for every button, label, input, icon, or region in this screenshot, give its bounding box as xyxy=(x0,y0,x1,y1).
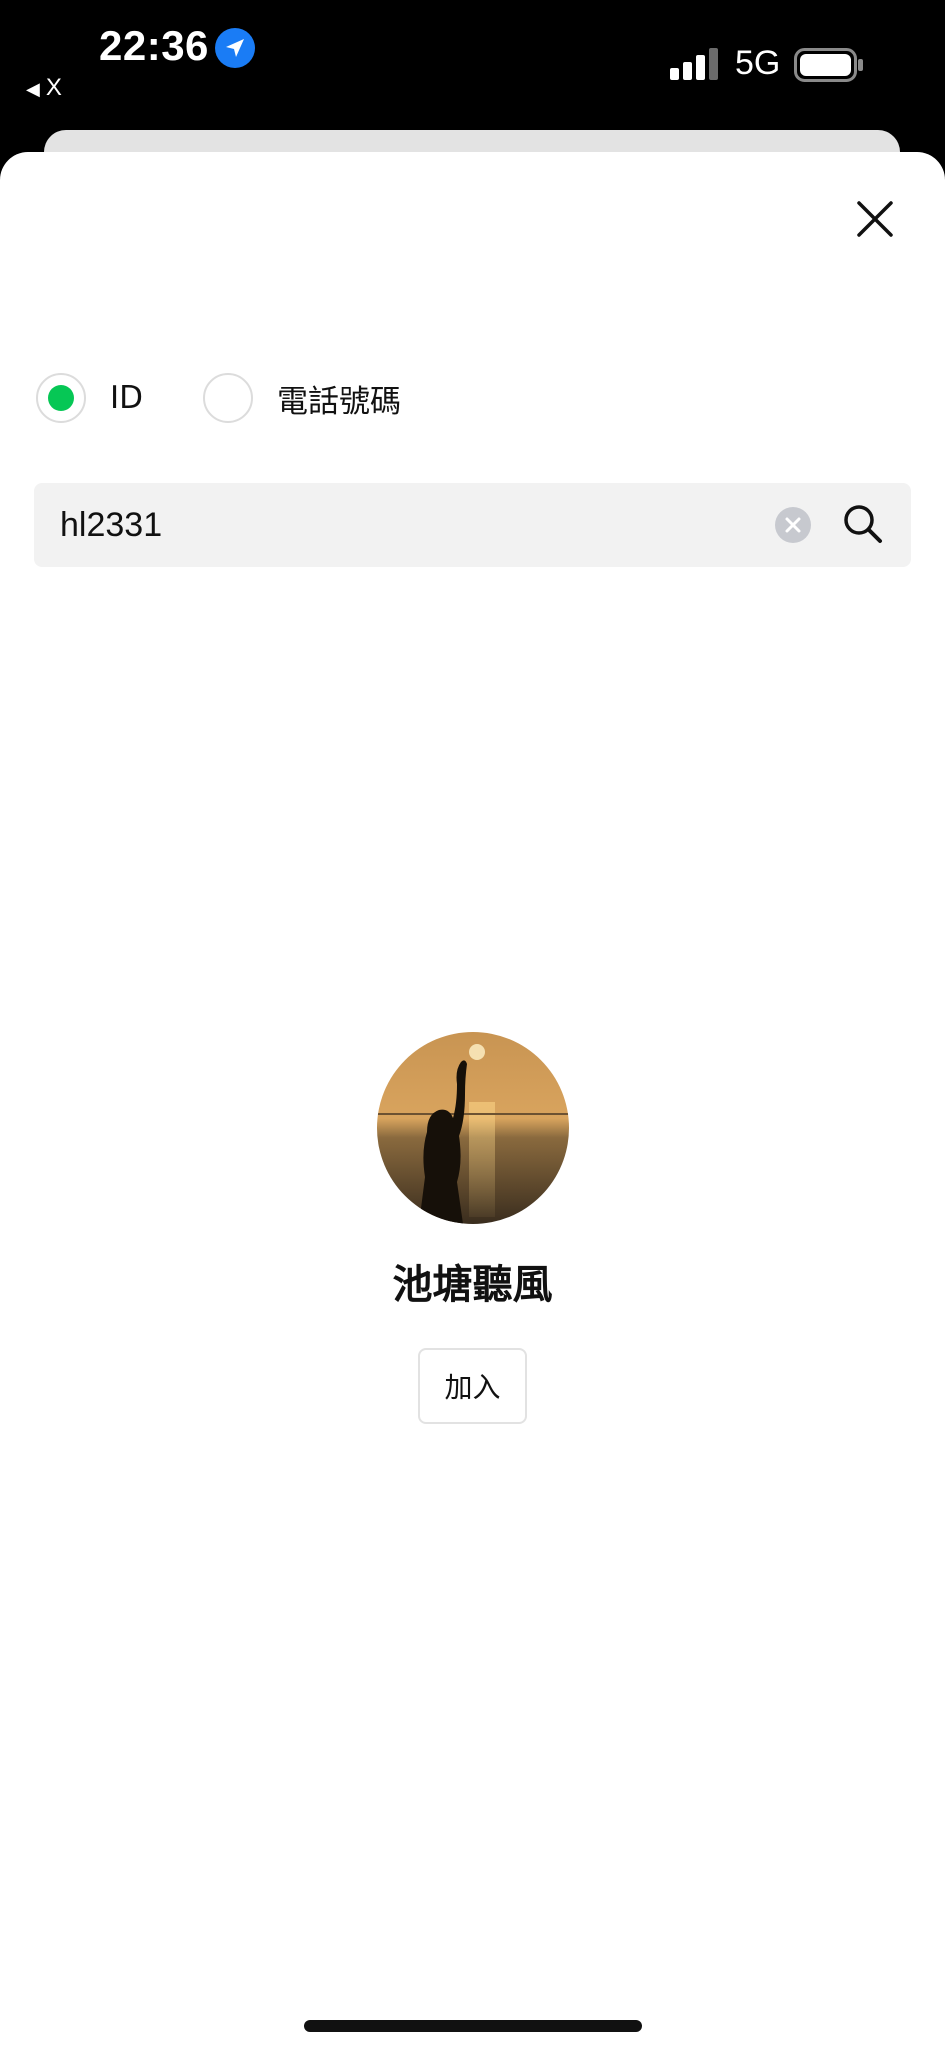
location-arrow-icon xyxy=(215,28,255,68)
close-icon xyxy=(857,201,893,237)
search-type-selector: ID 電話號碼 xyxy=(36,371,401,425)
close-button[interactable] xyxy=(846,190,904,248)
sunset-silhouette-image xyxy=(377,1032,569,1224)
status-time: 22:36 xyxy=(99,22,209,69)
avatar xyxy=(377,1032,569,1224)
search-bar xyxy=(34,483,911,567)
profile-name: 池塘聽風 xyxy=(392,1262,553,1308)
radio-option-id[interactable]: ID xyxy=(36,373,143,423)
status-bar: 22:36 ◀ X 5G xyxy=(0,0,945,150)
search-input[interactable] xyxy=(60,483,760,567)
radio-dot xyxy=(48,385,74,411)
add-friend-sheet: ID 電話號碼 hl2331 池塘聽風 加入 xyxy=(0,152,945,2048)
radio-unchecked-icon xyxy=(203,373,254,423)
battery-full-icon xyxy=(794,48,863,82)
network-type: 5G xyxy=(735,44,781,82)
radio-option-phone[interactable]: 電話號碼 xyxy=(203,373,401,423)
back-to-app-link[interactable]: ◀ X xyxy=(26,74,62,102)
clear-circle-icon xyxy=(785,517,801,533)
search-icon xyxy=(844,505,882,543)
back-app-label: X xyxy=(45,74,62,101)
radio-checked-icon xyxy=(36,373,86,423)
radio-label-phone: 電話號碼 xyxy=(277,383,402,420)
home-indicator[interactable] xyxy=(304,2020,642,2032)
add-friend-screen: 22:36 ◀ X 5G ID 電話號碼 hl2331 池塘聽風 加入 xyxy=(0,0,945,2048)
add-friend-button[interactable]: 加入 xyxy=(418,1348,527,1424)
cellular-signal-icon xyxy=(670,48,718,80)
search-button[interactable] xyxy=(840,501,886,547)
back-triangle-icon: ◀ xyxy=(26,79,40,99)
clear-button[interactable] xyxy=(775,507,811,543)
radio-label-id: ID xyxy=(110,380,144,416)
